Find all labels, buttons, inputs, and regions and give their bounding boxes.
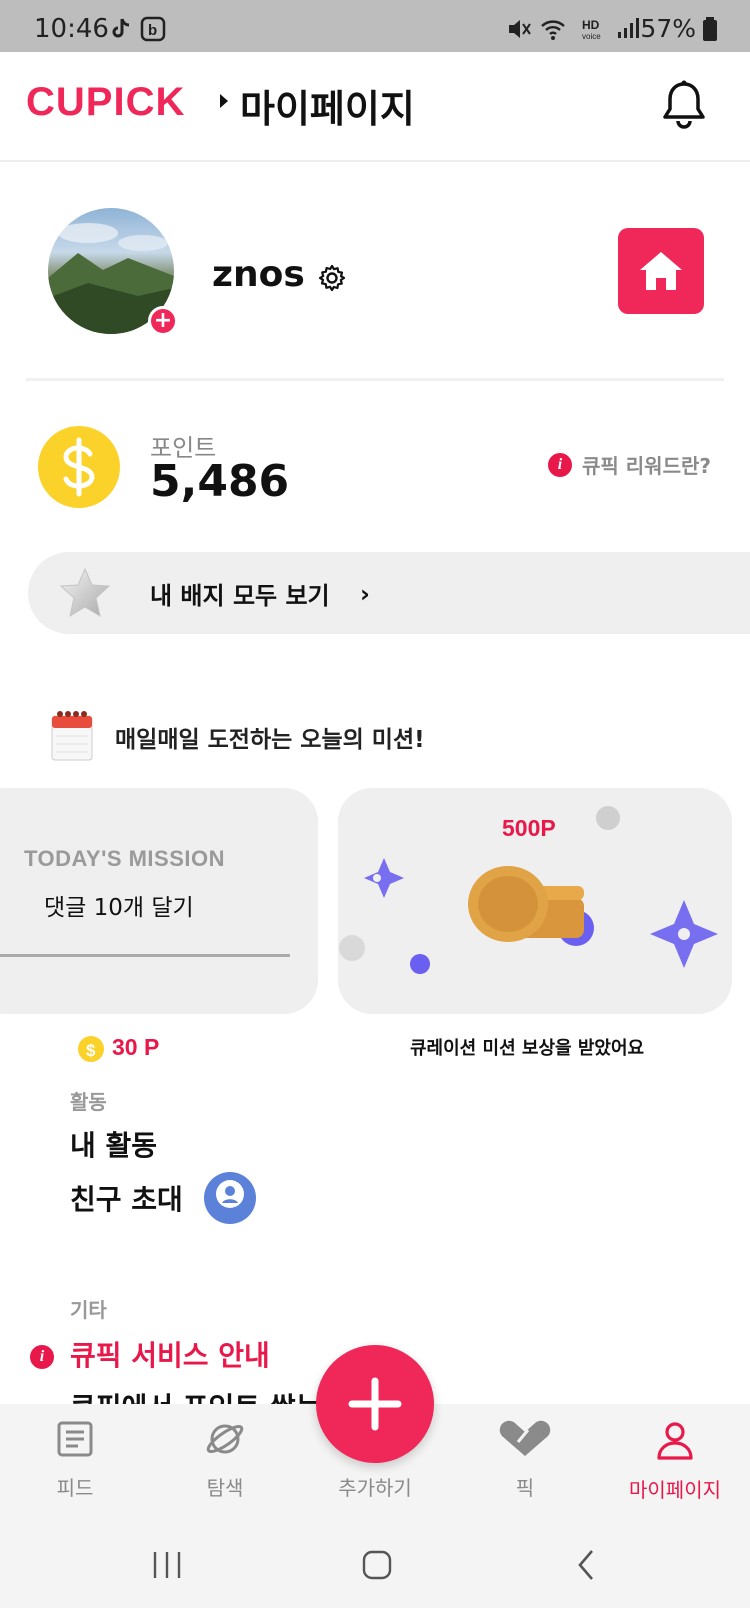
home-icon [640, 252, 682, 290]
signal-icon [618, 18, 639, 38]
nav-feed-label: 피드 [56, 1476, 94, 1500]
service-info-icon: i [30, 1345, 54, 1369]
nav-explore-label: 탐색 [206, 1476, 244, 1500]
section-divider [26, 378, 724, 381]
wifi-icon [541, 20, 565, 40]
add-fab-button[interactable] [316, 1345, 434, 1463]
mute-icon [509, 20, 531, 38]
system-nav-bar [0, 1522, 750, 1608]
info-icon: i [548, 452, 572, 477]
app-header: CUPICK 마이페이지 [0, 52, 750, 162]
svg-text:b: b [148, 22, 157, 39]
other-section-label: 기타 [70, 1298, 107, 1322]
nav-explore[interactable]: 탐색 [150, 1414, 300, 1501]
add-photo-button[interactable]: + [148, 306, 178, 336]
reward-caption: 큐레이션 미션 보상을 받았어요 [410, 1038, 645, 1059]
reward-points: 500P [502, 815, 556, 841]
activity-section-label: 활동 [70, 1090, 107, 1114]
blog-notification-icon: b [140, 16, 166, 42]
coin-icon [38, 426, 120, 508]
battery-icon [703, 17, 717, 41]
home-system-icon[interactable] [362, 1550, 392, 1580]
mission-progress-bar [0, 954, 290, 957]
daily-mission-title: 매일매일 도전하는 오늘의 미션! [115, 727, 425, 753]
small-coin-icon: $ [78, 1036, 104, 1062]
invite-friends-link[interactable]: 친구 초대 [70, 1178, 183, 1218]
view-all-badges-label[interactable]: 내 배지 모두 보기 [150, 576, 330, 611]
today-mission-eyebrow: TODAY'S MISSION [24, 846, 225, 871]
tiktok-notification-icon [112, 18, 130, 38]
breadcrumb-caret-icon [220, 94, 228, 108]
nav-feed[interactable]: 피드 [0, 1414, 150, 1501]
recent-apps-icon[interactable] [150, 1550, 184, 1580]
status-bar: 10:46 b HD voice 57% [0, 0, 750, 52]
badges-bar[interactable] [28, 552, 750, 634]
plus-icon [348, 1377, 402, 1431]
nav-pick[interactable]: 픽 [450, 1414, 600, 1501]
battery-percent: 57% [640, 14, 696, 43]
explore-icon [206, 1424, 244, 1454]
today-mission-task: 댓글 10개 달기 [44, 895, 194, 921]
star-badge-icon [59, 567, 111, 618]
svg-text:HD: HD [582, 18, 600, 32]
svg-text:$: $ [86, 1041, 96, 1060]
feed-icon [57, 1421, 93, 1457]
home-button[interactable] [618, 228, 704, 314]
calendar-icon [51, 711, 93, 761]
svg-text:voice: voice [582, 32, 601, 41]
username: znos [212, 254, 305, 295]
rewards-info-link[interactable]: i 큐픽 리워드란? [548, 450, 711, 479]
person-icon [657, 1422, 693, 1460]
cupick-logo[interactable]: CUPICK [26, 80, 185, 125]
nav-mypage[interactable]: 마이페이지 [600, 1414, 750, 1503]
points-value: 5,486 [150, 456, 290, 507]
mission-points: 30 P [112, 1034, 160, 1060]
rewards-info-label: 큐픽 리워드란? [582, 454, 711, 478]
chevron-right-icon: › [360, 580, 370, 608]
hd-voice-icon: HD voice [582, 18, 601, 41]
invite-friend-icon[interactable] [204, 1172, 256, 1224]
pick-icon [499, 1420, 551, 1456]
service-info-link[interactable]: 큐픽 서비스 안내 [70, 1334, 270, 1374]
nav-mypage-label: 마이페이지 [629, 1478, 721, 1502]
my-activity-link[interactable]: 내 활동 [70, 1124, 157, 1164]
page-title: 마이페이지 [240, 87, 415, 131]
nav-pick-label: 픽 [515, 1476, 535, 1500]
settings-gear-icon[interactable] [318, 264, 346, 292]
notification-bell-icon[interactable] [662, 80, 706, 130]
status-time: 10:46 [34, 14, 109, 44]
nav-add-label: 추가하기 [338, 1476, 412, 1500]
back-icon[interactable] [576, 1548, 596, 1582]
